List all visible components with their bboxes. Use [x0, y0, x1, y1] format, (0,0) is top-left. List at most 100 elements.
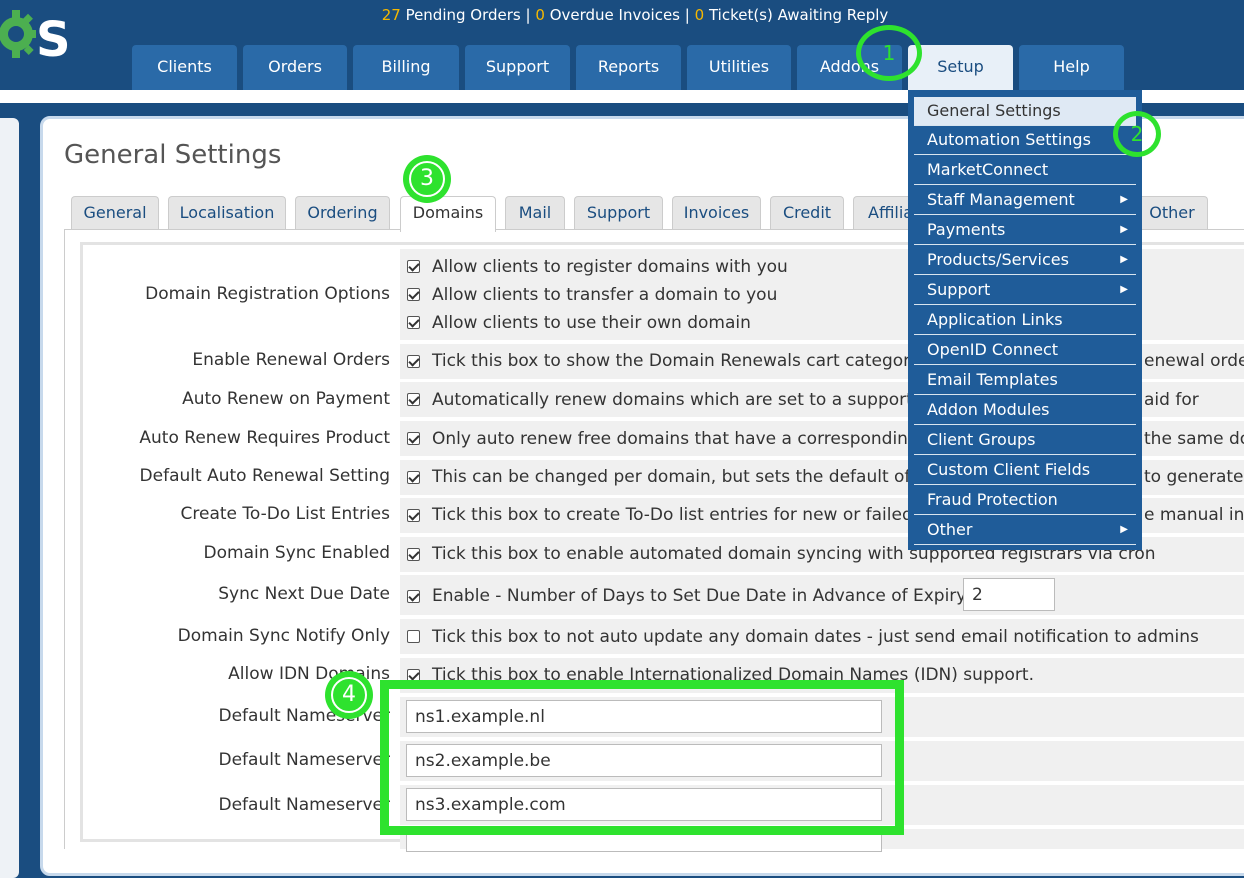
left-sidebar — [0, 118, 19, 878]
admin-header: S 27 Pending Orders | 0 Overdue Invoices… — [0, 0, 1244, 90]
sync-due-label: Sync Next Due Date — [218, 584, 390, 604]
tab-ordering[interactable]: Ordering — [295, 196, 390, 230]
overdue-invoices-label[interactable]: Overdue Invoices — [550, 6, 680, 24]
nav-setup[interactable]: Setup — [908, 45, 1013, 90]
nav-help[interactable]: Help — [1019, 45, 1124, 90]
tab-invoices[interactable]: Invoices — [672, 196, 761, 230]
menu-openid-connect[interactable]: OpenID Connect — [914, 336, 1136, 365]
reg-transfer-text: Allow clients to transfer a domain to yo… — [432, 285, 778, 305]
header-stats: 27 Pending Orders | 0 Overdue Invoices |… — [0, 6, 1244, 24]
renewal-orders-text: Tick this box to show the Domain Renewal… — [432, 351, 921, 371]
overdue-invoices-count[interactable]: 0 — [535, 6, 545, 24]
menu-staff-management[interactable]: Staff Management ▶ — [914, 186, 1136, 215]
tickets-count[interactable]: 0 — [695, 6, 705, 24]
sync-due-days-input[interactable] — [963, 578, 1055, 611]
renewal-orders-checkbox[interactable] — [407, 355, 420, 368]
auto-renew-text-end: aid for — [1144, 390, 1199, 410]
auto-renew-checkbox[interactable] — [407, 393, 420, 406]
nav-utilities[interactable]: Utilities — [687, 45, 791, 90]
nav-orders[interactable]: Orders — [243, 45, 347, 90]
renewal-orders-label: Enable Renewal Orders — [192, 350, 390, 370]
annotation-2-circle: 2 — [1113, 111, 1161, 157]
menu-item-label: OpenID Connect — [927, 340, 1059, 359]
menu-fraud-protection[interactable]: Fraud Protection — [914, 486, 1136, 515]
annotation-4-badge: 4 — [325, 671, 373, 719]
sync-enabled-label: Domain Sync Enabled — [203, 543, 390, 563]
tickets-label[interactable]: Ticket(s) Awaiting Reply — [709, 6, 888, 24]
tab-mail[interactable]: Mail — [505, 196, 565, 230]
menu-support[interactable]: Support ▶ — [914, 276, 1136, 305]
menu-custom-client-fields[interactable]: Custom Client Fields — [914, 456, 1136, 485]
menu-payments[interactable]: Payments ▶ — [914, 216, 1136, 245]
menu-other[interactable]: Other ▶ — [914, 516, 1136, 545]
menu-item-label: Products/Services — [927, 250, 1069, 269]
pending-orders-count[interactable]: 27 — [382, 6, 401, 24]
nameserver-4-input[interactable] — [406, 832, 882, 852]
annotation-4-number: 4 — [331, 677, 367, 713]
tab-general[interactable]: General — [71, 196, 159, 230]
auto-renew-product-text: Only auto renew free domains that have a… — [432, 429, 919, 449]
annotation-2-number: 2 — [1130, 122, 1144, 146]
reg-own-domain-text: Allow clients to use their own domain — [432, 313, 751, 333]
sync-enabled-checkbox[interactable] — [407, 548, 420, 561]
reg-transfer-checkbox[interactable] — [407, 288, 420, 301]
menu-products-services[interactable]: Products/Services ▶ — [914, 246, 1136, 275]
menu-item-label: Email Templates — [927, 370, 1058, 389]
todo-label: Create To-Do List Entries — [180, 504, 390, 524]
menu-item-label: General Settings — [927, 101, 1061, 120]
nav-support[interactable]: Support — [465, 45, 570, 90]
pending-orders-label[interactable]: Pending Orders — [406, 6, 521, 24]
submenu-arrow-icon: ▶ — [1120, 224, 1128, 235]
menu-item-label: Application Links — [927, 310, 1063, 329]
menu-item-label: Custom Client Fields — [927, 460, 1091, 479]
stats-separator: | — [525, 6, 531, 24]
auto-renew-text: Automatically renew domains which are se… — [432, 390, 913, 410]
menu-email-templates[interactable]: Email Templates — [914, 366, 1136, 395]
sync-notify-text: Tick this box to not auto update any dom… — [432, 627, 1199, 647]
auto-renew-product-text-end: the same do — [1144, 429, 1244, 449]
menu-item-label: Fraud Protection — [927, 490, 1058, 509]
tab-domains[interactable]: Domains — [400, 196, 496, 232]
menu-marketconnect[interactable]: MarketConnect — [914, 156, 1136, 185]
tab-credit[interactable]: Credit — [770, 196, 844, 230]
menu-item-label: Automation Settings — [927, 130, 1091, 149]
sync-due-checkbox[interactable] — [407, 590, 420, 603]
menu-item-label: MarketConnect — [927, 160, 1049, 179]
reg-options-label: Domain Registration Options — [145, 284, 390, 304]
tab-localisation[interactable]: Localisation — [168, 196, 286, 230]
stats-separator: | — [684, 6, 690, 24]
menu-addon-modules[interactable]: Addon Modules — [914, 396, 1136, 425]
annotation-3-number: 3 — [409, 161, 445, 197]
ns2-label: Default Nameserver — [218, 750, 391, 770]
todo-text: Tick this box to create To-Do list entri… — [432, 505, 913, 525]
todo-checkbox[interactable] — [407, 509, 420, 522]
nav-reports[interactable]: Reports — [576, 45, 681, 90]
menu-item-label: Support — [927, 280, 991, 299]
annotation-4-highlight-box — [380, 680, 904, 835]
annotation-1-circle: 1 — [856, 25, 922, 81]
tab-other[interactable]: Other — [1136, 196, 1208, 230]
nav-clients[interactable]: Clients — [132, 45, 237, 90]
submenu-arrow-icon: ▶ — [1120, 284, 1128, 295]
menu-item-label: Addon Modules — [927, 400, 1050, 419]
annotation-3-badge: 3 — [403, 155, 451, 203]
menu-application-links[interactable]: Application Links — [914, 306, 1136, 335]
sync-notify-checkbox[interactable] — [407, 630, 420, 643]
default-auto-renewal-text: This can be changed per domain, but sets… — [432, 467, 923, 487]
submenu-arrow-icon: ▶ — [1120, 194, 1128, 205]
tab-support[interactable]: Support — [574, 196, 663, 230]
auto-renew-product-checkbox[interactable] — [407, 432, 420, 445]
menu-general-settings[interactable]: General Settings — [914, 97, 1136, 126]
menu-automation-settings[interactable]: Automation Settings — [914, 126, 1136, 155]
reg-own-domain-checkbox[interactable] — [407, 316, 420, 329]
reg-register-text: Allow clients to register domains with y… — [432, 257, 788, 277]
sync-due-text: Enable - Number of Days to Set Due Date … — [432, 586, 971, 606]
default-auto-renewal-checkbox[interactable] — [407, 471, 420, 484]
nav-billing[interactable]: Billing — [353, 45, 459, 90]
auto-renew-product-label: Auto Renew Requires Product — [139, 428, 390, 448]
default-auto-renewal-label: Default Auto Renewal Setting — [139, 466, 390, 486]
tab-affiliates[interactable]: Affiliates — [853, 196, 913, 230]
renewal-orders-text-end: enewal order — [1144, 351, 1244, 371]
reg-register-checkbox[interactable] — [407, 260, 420, 273]
menu-client-groups[interactable]: Client Groups — [914, 426, 1136, 455]
